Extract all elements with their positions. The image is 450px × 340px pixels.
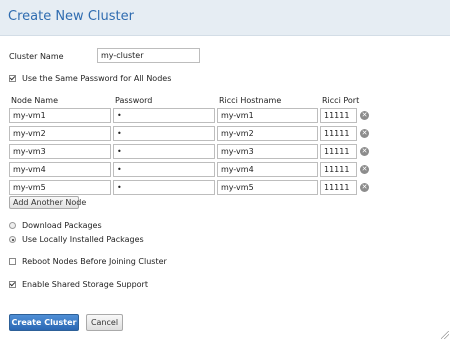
col-header-ricci-hostname: Ricci Hostname (219, 96, 282, 105)
same-password-label: Use the Same Password for All Nodes (22, 74, 172, 83)
password-input[interactable]: • (113, 162, 215, 177)
ricci-hostname-input[interactable]: my-vm3 (217, 144, 318, 159)
cluster-name-label: Cluster Name (9, 52, 64, 61)
dialog-title: Create New Cluster (8, 9, 134, 24)
ricci-hostname-input[interactable]: my-vm1 (217, 108, 318, 123)
resize-grip-icon[interactable] (441, 331, 449, 339)
remove-icon[interactable]: ✕ (360, 111, 369, 120)
ricci-hostname-input[interactable]: my-vm5 (217, 180, 318, 195)
password-input[interactable]: • (113, 108, 215, 123)
dialog-header: Create New Cluster (0, 0, 450, 36)
col-header-password: Password (115, 96, 153, 105)
download-packages-label: Download Packages (22, 221, 102, 230)
node-name-input[interactable]: my-vm4 (9, 162, 111, 177)
cancel-button[interactable]: Cancel (86, 314, 123, 331)
cluster-name-input[interactable]: my-cluster (97, 48, 200, 63)
remove-icon[interactable]: ✕ (360, 183, 369, 192)
ricci-port-input[interactable]: 11111 (320, 180, 357, 195)
remove-icon[interactable]: ✕ (360, 129, 369, 138)
download-packages-radio[interactable] (9, 222, 16, 229)
node-name-input[interactable]: my-vm1 (9, 108, 111, 123)
locally-installed-label: Use Locally Installed Packages (22, 235, 144, 244)
node-name-input[interactable]: my-vm2 (9, 126, 111, 141)
ricci-hostname-input[interactable]: my-vm2 (217, 126, 318, 141)
ricci-hostname-input[interactable]: my-vm4 (217, 162, 318, 177)
reboot-nodes-checkbox[interactable] (9, 258, 16, 265)
col-header-node-name: Node Name (11, 96, 59, 105)
remove-icon[interactable]: ✕ (360, 147, 369, 156)
col-header-ricci-port: Ricci Port (322, 96, 360, 105)
ricci-port-input[interactable]: 11111 (320, 108, 357, 123)
node-name-input[interactable]: my-vm5 (9, 180, 111, 195)
reboot-nodes-label: Reboot Nodes Before Joining Cluster (22, 257, 167, 266)
ricci-port-input[interactable]: 11111 (320, 126, 357, 141)
ricci-port-input[interactable]: 11111 (320, 162, 357, 177)
password-input[interactable]: • (113, 126, 215, 141)
ricci-port-input[interactable]: 11111 (320, 144, 357, 159)
locally-installed-radio[interactable] (9, 236, 16, 243)
password-input[interactable]: • (113, 180, 215, 195)
remove-icon[interactable]: ✕ (360, 165, 369, 174)
shared-storage-checkbox[interactable] (9, 281, 16, 288)
add-node-button[interactable]: Add Another Node (9, 196, 86, 209)
same-password-checkbox[interactable] (9, 75, 16, 82)
shared-storage-label: Enable Shared Storage Support (22, 280, 148, 289)
password-input[interactable]: • (113, 144, 215, 159)
node-name-input[interactable]: my-vm3 (9, 144, 111, 159)
create-cluster-button[interactable]: Create Cluster (9, 314, 79, 331)
